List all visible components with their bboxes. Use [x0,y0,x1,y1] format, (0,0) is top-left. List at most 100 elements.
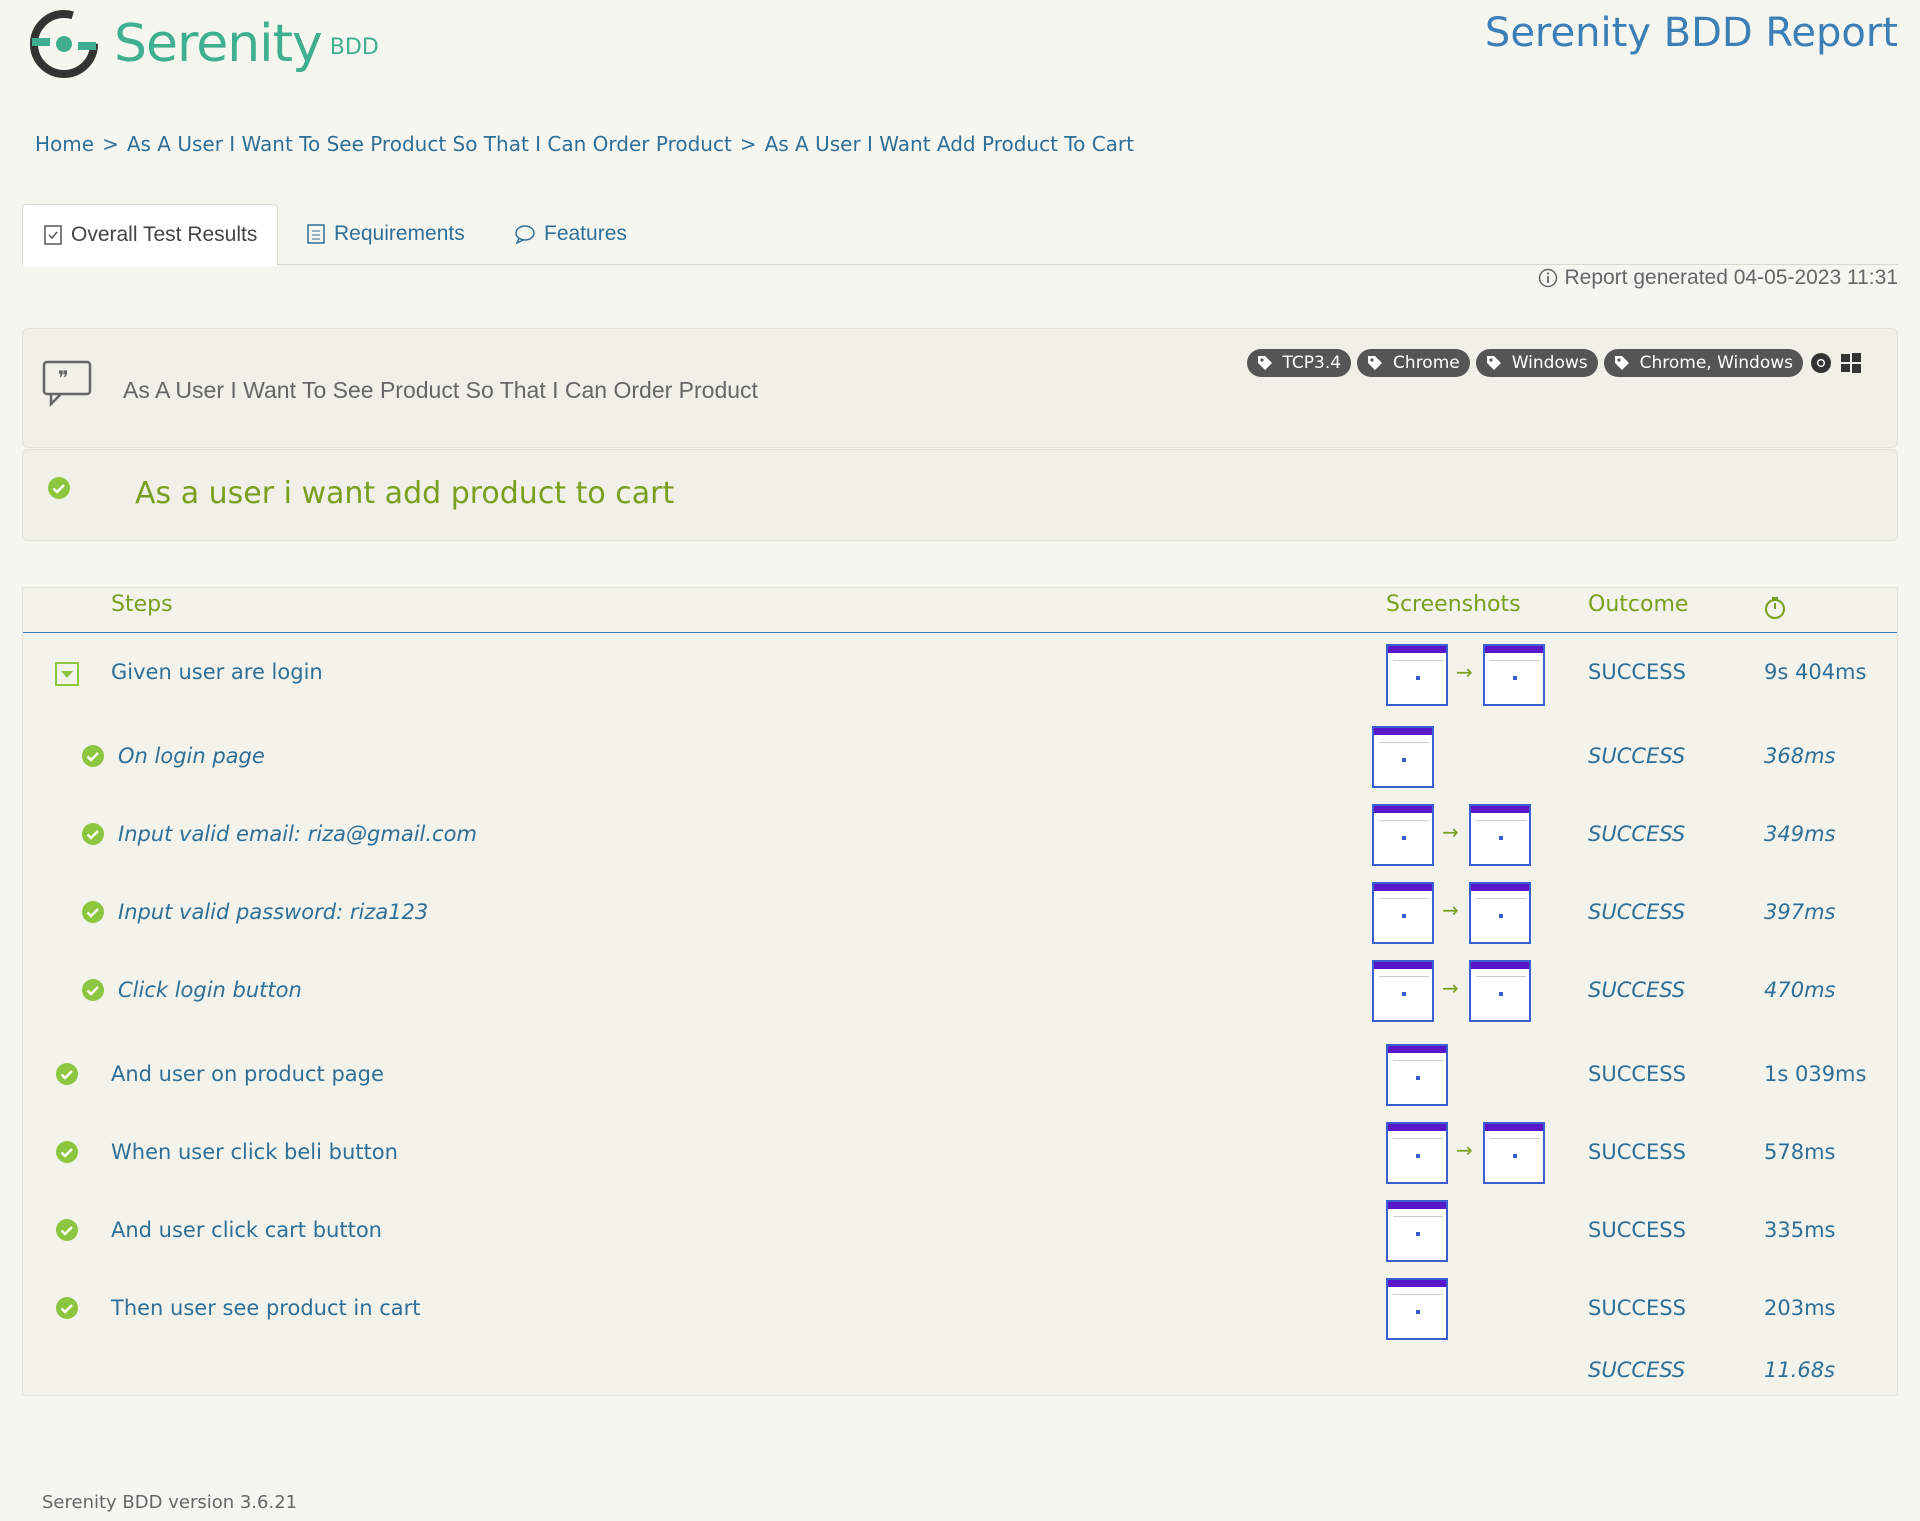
tab-label: Features [544,222,627,245]
step-duration: 578ms [1764,1140,1836,1164]
screenshot-thumbnail[interactable] [1483,644,1545,706]
screenshot-thumbnail[interactable] [1372,804,1434,866]
step-duration: 470ms [1764,978,1836,1002]
tab-features[interactable]: Features [514,204,627,264]
step-duration: 203ms [1764,1296,1836,1320]
header-screenshots: Screenshots [1386,592,1521,617]
breadcrumb-scenario[interactable]: As A User I Want Add Product To Cart [765,132,1134,156]
breadcrumb-separator: > [739,132,757,156]
step-duration: 368ms [1764,744,1836,768]
version-footer: Serenity BDD version 3.6.21 [42,1492,298,1513]
windows-icon [1841,353,1861,373]
serenity-logo: Serenity BDD [28,8,379,80]
arrow-icon: → [1442,898,1459,922]
step-label: Then user see product in cart [111,1296,421,1320]
header-steps: Steps [111,592,173,617]
tab-label: Requirements [334,222,465,245]
step-outcome: SUCCESS [1588,822,1686,846]
step-outcome: SUCCESS [1588,744,1686,768]
screenshot-thumbnail[interactable] [1386,1200,1448,1262]
table-row[interactable]: And user click cart button SUCCESS 335ms [23,1200,1897,1272]
tab-overall-test-results[interactable]: Overall Test Results [22,204,279,266]
table-row[interactable]: And user on product page SUCCESS 1s 039m… [23,1044,1897,1116]
screenshot-thumbnail[interactable] [1372,882,1434,944]
step-label: On login page [118,744,265,768]
tab-bar: Overall Test Results Requirements Featur… [22,204,1898,266]
tag-windows[interactable]: Windows [1475,349,1598,377]
tag-label: Chrome, Windows [1639,353,1793,373]
screenshot-thumbnail[interactable] [1386,644,1448,706]
tab-requirements[interactable]: Requirements [306,204,465,264]
step-outcome: SUCCESS [1588,660,1686,684]
list-icon [307,224,325,244]
tab-label: Overall Test Results [71,223,258,246]
step-label: Click login button [118,978,302,1002]
screenshot-thumbnail[interactable] [1372,960,1434,1022]
screenshot-thumbnail[interactable] [1386,1278,1448,1340]
arrow-icon: → [1442,820,1459,844]
tag-label: TCP3.4 [1282,353,1342,373]
screenshot-thumbnail[interactable] [1386,1044,1448,1106]
screenshot-thumbnail[interactable] [1483,1122,1545,1184]
step-outcome: SUCCESS [1588,900,1686,924]
table-row[interactable]: Input valid password: riza123 → SUCCESS … [23,882,1897,954]
requirement-card: ❞ As A User I Want To See Product So Tha… [22,328,1898,448]
comment-icon [515,225,535,245]
arrow-icon: → [1456,660,1473,684]
breadcrumb: Home > As A User I Want To See Product S… [35,132,1134,156]
breadcrumb-home[interactable]: Home [35,132,94,156]
success-check-icon [82,823,104,845]
steps-table: Steps Screenshots Outcome Given user are… [22,587,1898,1396]
breadcrumb-requirement[interactable]: As A User I Want To See Product So That … [127,132,732,156]
collapse-toggle-icon[interactable] [55,662,79,686]
step-label: And user on product page [111,1062,384,1086]
table-row[interactable]: Input valid email: riza@gmail.com → SUCC… [23,804,1897,876]
tag-icon [1368,356,1383,370]
requirement-title: As A User I Want To See Product So That … [123,377,758,403]
success-check-icon [56,1297,78,1319]
table-row[interactable]: Given user are login → SUCCESS 9s 404ms [23,644,1897,724]
step-label: And user click cart button [111,1218,382,1242]
step-label: When user click beli button [111,1140,398,1164]
scenario-title: As a user i want add product to cart [135,476,675,511]
tag-chrome-windows[interactable]: Chrome, Windows [1603,349,1803,377]
total-duration: 11.68s [1764,1358,1836,1382]
tag-icon [1614,356,1629,370]
table-row[interactable]: Click login button → SUCCESS 470ms [23,960,1897,1032]
step-duration: 335ms [1764,1218,1836,1242]
step-duration: 9s 404ms [1764,660,1867,684]
step-duration: 397ms [1764,900,1836,924]
header-outcome: Outcome [1588,592,1689,617]
tag-chrome[interactable]: Chrome [1357,349,1470,377]
report-generated-text: Report generated 04-05-2023 11:31 [1564,266,1898,289]
screenshot-thumbnail[interactable] [1469,804,1531,866]
table-row[interactable]: When user click beli button → SUCCESS 57… [23,1122,1897,1194]
svg-text:❞: ❞ [58,366,69,390]
steps-header: Steps Screenshots Outcome [23,588,1897,633]
chrome-icon [1811,353,1831,373]
stopwatch-icon [1765,597,1785,619]
breadcrumb-separator: > [102,132,119,156]
screenshot-thumbnail[interactable] [1469,960,1531,1022]
logo-sub: BDD [329,34,379,60]
screenshot-thumbnail[interactable] [1372,726,1434,788]
tag-tcp[interactable]: TCP3.4 [1246,349,1352,377]
success-check-icon [82,979,104,1001]
step-outcome: SUCCESS [1588,1062,1686,1086]
screenshot-thumbnail[interactable] [1469,882,1531,944]
table-row[interactable]: On login page SUCCESS 368ms [23,726,1897,798]
report-title: Serenity BDD Report [1484,10,1898,56]
step-label: Input valid email: riza@gmail.com [118,822,477,846]
step-duration: 349ms [1764,822,1836,846]
step-label: Input valid password: riza123 [118,900,429,924]
logo-text: Serenity [114,14,323,74]
total-row: SUCCESS 11.68s [23,1352,1897,1392]
success-check-icon [56,1219,78,1241]
screenshot-thumbnail[interactable] [1386,1122,1448,1184]
table-row[interactable]: Then user see product in cart SUCCESS 20… [23,1278,1897,1350]
step-duration: 1s 039ms [1764,1062,1867,1086]
success-check-icon [82,901,104,923]
success-check-icon [56,1141,78,1163]
arrow-icon: → [1456,1138,1473,1162]
arrow-icon: → [1442,976,1459,1000]
